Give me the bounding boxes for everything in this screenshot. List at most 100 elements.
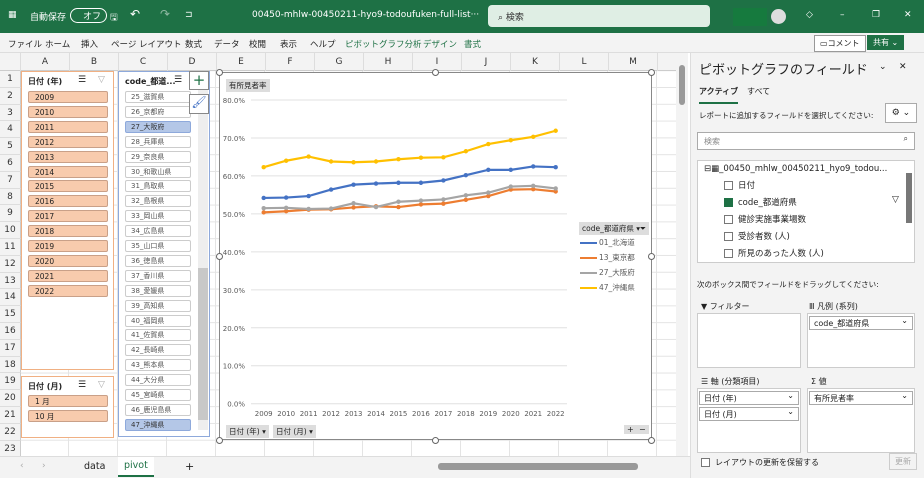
column-header-G[interactable]: G [315,53,364,71]
row-header-22[interactable]: 22 [0,423,21,441]
row-header-23[interactable]: 23 [0,440,21,458]
share-button[interactable]: 共有 ⌄ [867,35,905,50]
row-header-17[interactable]: 17 [0,339,21,357]
sheet-tab-pivot[interactable]: pivot [118,457,154,477]
row-header-13[interactable]: 13 [0,272,21,290]
gear-icon[interactable]: ⚙ ⌄ [885,103,917,123]
tab-help[interactable]: ヘルプ [310,38,336,50]
clear-filter-icon[interactable]: ▽ [98,75,105,85]
row-header-20[interactable]: 20 [0,390,21,407]
minimize-icon[interactable]: – [840,10,845,20]
tab-review[interactable]: 校閲 [249,38,266,50]
field-item[interactable]: 健診実施事業場数 [724,213,806,225]
legend-field-button[interactable]: code_都道府県 ▾⏷ [579,222,649,235]
slicer-item-year[interactable]: 2013 [28,150,108,163]
slicer-item-prefecture[interactable]: 41_佐賀県 [125,329,191,342]
tab-data[interactable]: データ [214,38,240,50]
column-header-D[interactable]: D [168,53,217,71]
tab-file[interactable]: ファイル [8,38,42,50]
slicer-item-prefecture[interactable]: 43_熊本県 [125,359,191,372]
checkbox[interactable] [724,215,733,224]
slicer-item-prefecture[interactable]: 37_香川県 [125,269,191,282]
row-header-8[interactable]: 8 [0,188,21,206]
column-header-J[interactable]: J [462,53,511,71]
field-item[interactable]: 所見のあった人数 (人) [724,247,824,259]
resize-handle[interactable] [648,253,655,260]
slicer-item-prefecture[interactable]: 45_宮崎県 [125,389,191,401]
slicer-item-year[interactable]: 2015 [28,180,108,193]
slicer-item-year[interactable]: 2011 [28,120,108,133]
values-area[interactable]: 有所見者率 [807,388,915,453]
resize-handle[interactable] [216,253,223,260]
slicer-item-prefecture[interactable]: 47_沖縄県 [125,418,191,431]
comment-button[interactable]: ▭コメント [814,35,866,52]
add-sheet-button[interactable]: + [185,460,194,473]
legend-item[interactable]: 13_東京都 [580,252,635,263]
collapse-button[interactable]: − [636,425,649,434]
select-all-corner[interactable] [0,53,21,71]
pivot-chart[interactable]: 有所見者率 0.0% 10.0% 20.0% 30.0% 40.0% 50.0% 60.0%… [216,69,655,444]
slicer-scrollbar[interactable] [198,90,208,430]
multi-select-icon[interactable]: ☰ [174,75,182,85]
row-header-19[interactable]: 19 [0,373,21,391]
column-header-L[interactable]: L [560,53,609,71]
slicer-item-prefecture[interactable]: 34_広島県 [125,225,191,238]
axis-field-item[interactable]: 日付 (年) [699,391,799,405]
slicer-item-prefecture[interactable]: 38_愛媛県 [125,284,191,297]
checkbox[interactable] [724,181,733,190]
slicer-item-prefecture[interactable]: 32_島根県 [125,195,191,208]
axis-field-button-year[interactable]: 日付 (年) ▾ [226,425,269,438]
row-header-16[interactable]: 16 [0,323,21,340]
resize-handle[interactable] [432,69,439,76]
column-header-I[interactable]: I [413,53,462,71]
row-header-7[interactable]: 7 [0,171,21,189]
defer-update-checkbox[interactable]: レイアウトの更新を保留する [701,457,819,468]
field-filter-icon[interactable]: ▽ [892,195,899,205]
row-header-11[interactable]: 11 [0,239,21,256]
legend-item[interactable]: 27_大阪府 [580,267,635,278]
slicer-item-year[interactable]: 2019 [28,240,108,252]
next-sheet-icon[interactable]: › [42,461,46,471]
resize-handle[interactable] [648,437,655,444]
checkbox[interactable] [701,458,710,467]
file-name[interactable]: 00450-mhlw-00450211-hyo9-todoufuken-full… [252,10,479,20]
row-header-4[interactable]: 4 [0,121,21,139]
prev-sheet-icon[interactable]: ‹ [20,461,24,471]
row-header-5[interactable]: 5 [0,138,21,155]
axis-field-item[interactable]: 日付 (月) [699,407,799,421]
row-header-18[interactable]: 18 [0,356,21,374]
clear-filter-icon[interactable]: ▽ [98,380,105,390]
search-box[interactable]: ⌕ 検索 [488,5,710,27]
legend-field-item[interactable]: code_都道府県 [809,316,913,330]
slicer-item-prefecture[interactable]: 36_徳島県 [125,254,191,267]
slicer-item-prefecture[interactable]: 28_兵庫県 [125,135,191,148]
horizontal-scrollbar[interactable] [438,463,638,470]
slicer-item-year[interactable]: 2020 [28,254,108,267]
filter-area[interactable] [697,313,801,368]
slicer-item-prefecture[interactable]: 39_高知県 [125,299,191,312]
legend-item[interactable]: 01_北海道 [580,237,635,248]
checkbox[interactable] [724,249,733,258]
slicer-item-year[interactable]: 2009 [28,91,108,103]
values-field-item[interactable]: 有所見者率 [809,391,913,405]
tab-view[interactable]: 表示 [280,38,297,50]
multi-select-icon[interactable]: ☰ [78,75,86,85]
field-list-scrollbar[interactable] [906,173,912,223]
checkbox[interactable] [724,198,733,207]
column-header-C[interactable]: C [119,53,168,71]
slicer-item-month[interactable]: 1 月 [28,395,108,407]
slicer-item-year[interactable]: 2014 [28,165,108,178]
avatar[interactable] [771,9,786,24]
close-icon[interactable]: ✕ [904,10,912,20]
column-header-B[interactable]: B [70,53,119,71]
tab-pivotchart-analyze[interactable]: ピボットグラフ分析 [345,38,422,50]
row-header-12[interactable]: 12 [0,255,21,273]
chart-style-brush-icon[interactable]: 🖌 [189,94,209,114]
resize-handle[interactable] [432,437,439,444]
row-header-10[interactable]: 10 [0,222,21,239]
column-header-K[interactable]: K [511,53,560,71]
tab-insert[interactable]: 挿入 [81,38,98,50]
row-header-15[interactable]: 15 [0,306,21,323]
column-header-A[interactable]: A [21,53,70,71]
slicer-item-prefecture[interactable]: 30_和歌山県 [125,165,191,178]
